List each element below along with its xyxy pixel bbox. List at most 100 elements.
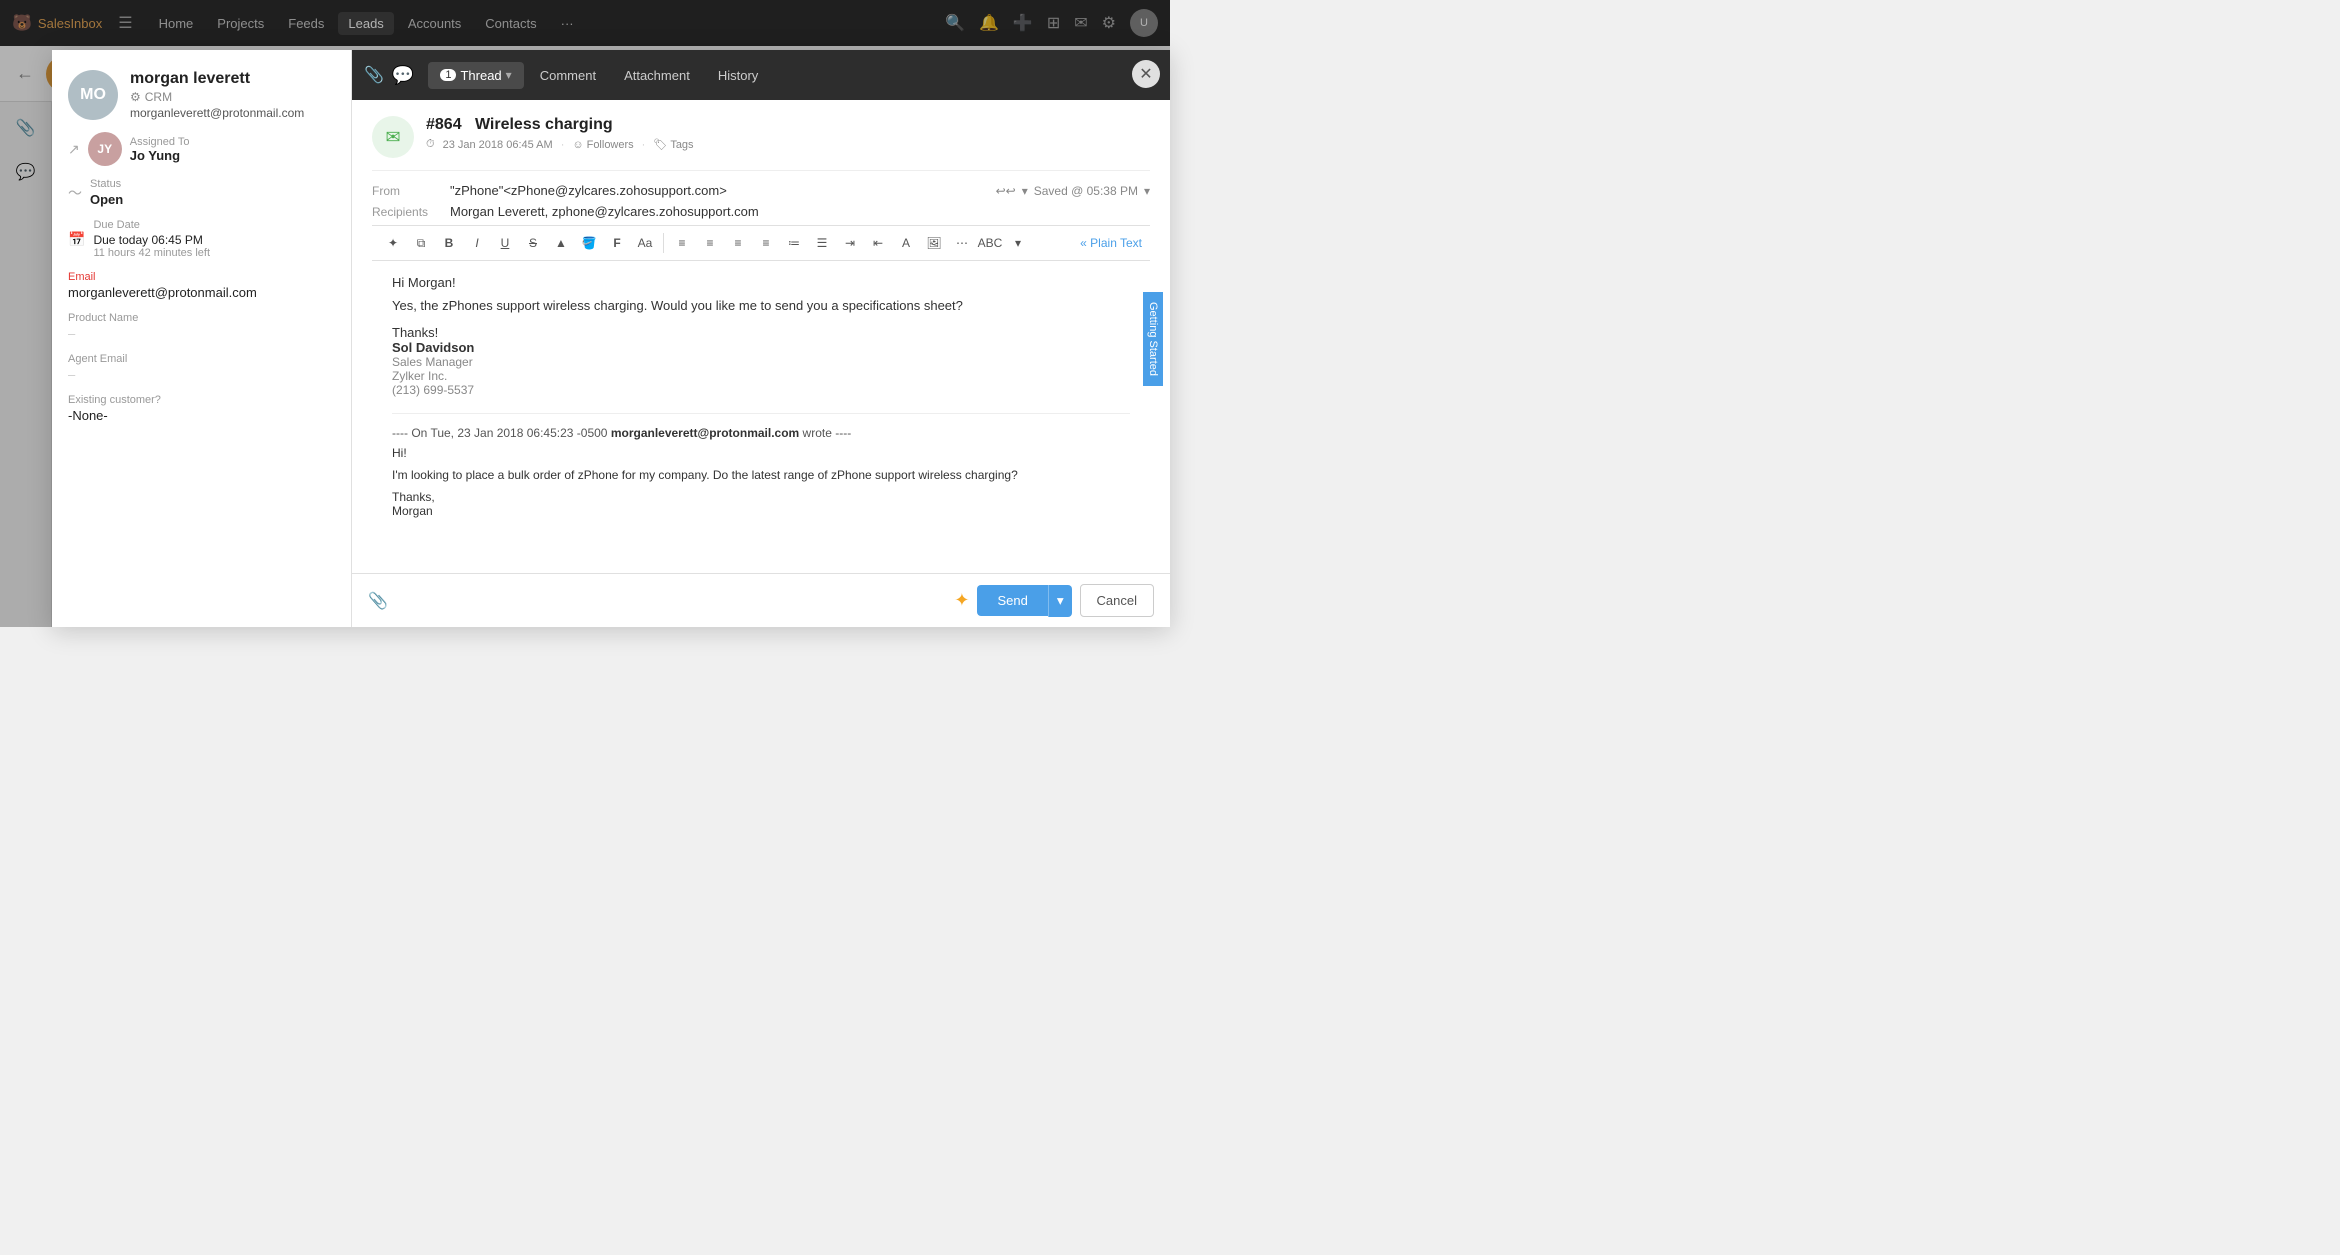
tags-icon: 🏷 bbox=[653, 138, 667, 151]
toolbar-align-left-btn[interactable]: ≡ bbox=[669, 230, 695, 256]
tab-chat-icon[interactable]: 💬 bbox=[392, 65, 414, 86]
from-label: From bbox=[372, 184, 442, 198]
thread-dropdown-icon[interactable]: ▾ bbox=[506, 68, 512, 82]
due-date-label: Due Date bbox=[93, 219, 210, 231]
toolbar-more-btn[interactable]: ⋯ bbox=[949, 230, 975, 256]
toolbar-copy-btn[interactable]: ⧉ bbox=[408, 230, 434, 256]
send-button-group: Send ▾ bbox=[977, 585, 1071, 617]
product-name-label: Product Name bbox=[68, 312, 335, 324]
toolbar-outdent-btn[interactable]: ⇤ bbox=[865, 230, 891, 256]
toolbar-format-btn[interactable]: Aa bbox=[632, 230, 658, 256]
modal-right-panel: 📎 💬 1 Thread ▾ Comment Attachment Histor… bbox=[352, 50, 1170, 627]
sig-name: Sol Davidson bbox=[392, 340, 1130, 355]
contact-crm: ⚙ CRM bbox=[130, 90, 304, 104]
from-row: From "zPhone"<zPhone@zylcares.zohosuppor… bbox=[372, 183, 1150, 198]
email-field-value: morganleverett@protonmail.com bbox=[68, 285, 335, 300]
toolbar-image-btn[interactable]: 🖼 bbox=[921, 230, 947, 256]
contact-name: morgan leverett bbox=[130, 70, 304, 88]
tab-attach-icon[interactable]: 📎 bbox=[364, 65, 384, 85]
toolbar-magic-btn[interactable]: ✦ bbox=[380, 230, 406, 256]
email-subject-info: #864 Wireless charging ⏱ 23 Jan 2018 06:… bbox=[426, 116, 1150, 151]
tab-attachment[interactable]: Attachment bbox=[612, 62, 702, 89]
product-name-value: – bbox=[68, 326, 335, 341]
footer-ai-icon[interactable]: ✦ bbox=[954, 590, 969, 611]
toolbar-bullet-list-btn[interactable]: ≔ bbox=[781, 230, 807, 256]
send-dropdown-icon[interactable]: ▾ bbox=[1048, 585, 1072, 617]
send-button[interactable]: Send bbox=[977, 585, 1047, 616]
toolbar-align-justify-btn[interactable]: ≡ bbox=[753, 230, 779, 256]
due-icon: 📅 bbox=[68, 231, 85, 248]
toolbar-align-center-btn[interactable]: ≡ bbox=[697, 230, 723, 256]
editor-toolbar: ✦ ⧉ B I U S ▲ 🪣 F Aa ≡ ≡ ≡ ≡ ≔ ☰ bbox=[372, 225, 1150, 261]
footer-attach-icon[interactable]: 📎 bbox=[368, 591, 388, 611]
toolbar-paint-btn[interactable]: 🪣 bbox=[576, 230, 602, 256]
thread-badge: 1 bbox=[440, 69, 456, 81]
close-icon[interactable]: ✕ bbox=[1132, 60, 1160, 88]
modal-tabs: 📎 💬 1 Thread ▾ Comment Attachment Histor… bbox=[352, 50, 1170, 100]
editor-body-text: Yes, the zPhones support wireless chargi… bbox=[392, 298, 1130, 313]
assigned-person-avatar: JY bbox=[88, 132, 122, 166]
contact-avatar: MO bbox=[68, 70, 118, 120]
toolbar-indent-btn[interactable]: ⇥ bbox=[837, 230, 863, 256]
tab-comment[interactable]: Comment bbox=[528, 62, 608, 89]
tab-thread[interactable]: 1 Thread ▾ bbox=[428, 62, 523, 89]
toolbar-italic-btn[interactable]: I bbox=[464, 230, 490, 256]
toolbar-abc-dropdown-btn[interactable]: ▾ bbox=[1005, 230, 1031, 256]
recipients-row: Recipients Morgan Leverett, zphone@zylca… bbox=[372, 204, 1150, 219]
status-label: Status bbox=[90, 178, 123, 190]
agent-email-value: – bbox=[68, 367, 335, 382]
existing-customer-value: -None- bbox=[68, 408, 335, 423]
cancel-button[interactable]: Cancel bbox=[1080, 584, 1154, 617]
email-row: Email morganleverett@protonmail.com bbox=[68, 271, 335, 300]
tab-history[interactable]: History bbox=[706, 62, 770, 89]
assigned-label: Assigned To bbox=[130, 136, 190, 148]
reply-dropdown-icon[interactable]: ▾ bbox=[1022, 184, 1028, 198]
recipients-value: Morgan Leverett, zphone@zylcares.zohosup… bbox=[450, 204, 1150, 219]
crm-icon: ⚙ bbox=[130, 90, 141, 104]
toolbar-highlight-btn[interactable]: ▲ bbox=[548, 230, 574, 256]
editor-content[interactable]: Hi Morgan! Yes, the zPhones support wire… bbox=[372, 261, 1150, 532]
toolbar-numbered-list-btn[interactable]: ☰ bbox=[809, 230, 835, 256]
contact-header: MO morgan leverett ⚙ CRM morganleverett@… bbox=[68, 70, 335, 120]
editor-greeting: Hi Morgan! bbox=[392, 275, 1130, 290]
toolbar-separator-1 bbox=[663, 233, 664, 253]
saved-label: Saved @ 05:38 PM bbox=[1034, 184, 1138, 198]
existing-customer-label: Existing customer? bbox=[68, 394, 335, 406]
status-value: Open bbox=[90, 192, 123, 207]
agent-email-row: Agent Email – bbox=[68, 353, 335, 382]
due-date-row: 📅 Due Date Due today 06:45 PM 11 hours 4… bbox=[68, 219, 335, 259]
toolbar-align-right-btn[interactable]: ≡ bbox=[725, 230, 751, 256]
email-date: 23 Jan 2018 06:45 AM bbox=[443, 139, 553, 151]
followers-label: Followers bbox=[587, 139, 634, 151]
email-view: ✉ #864 Wireless charging ⏱ 23 Jan 2018 0… bbox=[352, 100, 1170, 573]
assigned-icon: ↗ bbox=[68, 141, 80, 158]
assigned-row: ↗ JY Assigned To Jo Yung bbox=[68, 132, 335, 166]
quoted-message: I'm looking to place a bulk order of zPh… bbox=[392, 468, 1130, 482]
email-meta: ⏱ 23 Jan 2018 06:45 AM · ☺ Followers · 🏷… bbox=[426, 138, 1150, 151]
getting-started-tab[interactable]: Getting Started bbox=[1143, 292, 1163, 386]
email-envelope-icon: ✉ bbox=[372, 116, 414, 158]
toolbar-text-color-btn[interactable]: A bbox=[893, 230, 919, 256]
saved-dropdown-icon[interactable]: ▾ bbox=[1144, 184, 1150, 198]
clock-icon: ⏱ bbox=[426, 138, 435, 151]
email-subject-title: #864 Wireless charging bbox=[426, 116, 1150, 134]
from-value: "zPhone"<zPhone@zylcares.zohosupport.com… bbox=[450, 183, 988, 198]
sig-title: Sales Manager bbox=[392, 355, 1130, 369]
plain-text-toggle[interactable]: « Plain Text bbox=[1080, 236, 1142, 250]
email-footer: 📎 ✦ Send ▾ Cancel bbox=[352, 573, 1170, 627]
email-field-label: Email bbox=[68, 271, 335, 283]
quoted-thanks: Thanks,Morgan bbox=[392, 490, 1130, 518]
toolbar-underline-btn[interactable]: U bbox=[492, 230, 518, 256]
toolbar-abc-btn[interactable]: ABC bbox=[977, 230, 1003, 256]
existing-customer-row: Existing customer? -None- bbox=[68, 394, 335, 423]
recipients-label: Recipients bbox=[372, 205, 442, 219]
toolbar-bold-btn[interactable]: B bbox=[436, 230, 462, 256]
toolbar-font-btn[interactable]: F bbox=[604, 230, 630, 256]
agent-email-label: Agent Email bbox=[68, 353, 335, 365]
reply-icon[interactable]: ↩↩ bbox=[996, 184, 1016, 198]
toolbar-strikethrough-btn[interactable]: S bbox=[520, 230, 546, 256]
main-area: 📎 💬 Info Timeline RELATED INFO Notes Att… bbox=[0, 102, 1170, 627]
status-icon: ～ bbox=[68, 183, 82, 203]
followers-tag[interactable]: ☺ Followers bbox=[572, 139, 633, 151]
tags-tag[interactable]: 🏷 Tags bbox=[653, 138, 693, 151]
